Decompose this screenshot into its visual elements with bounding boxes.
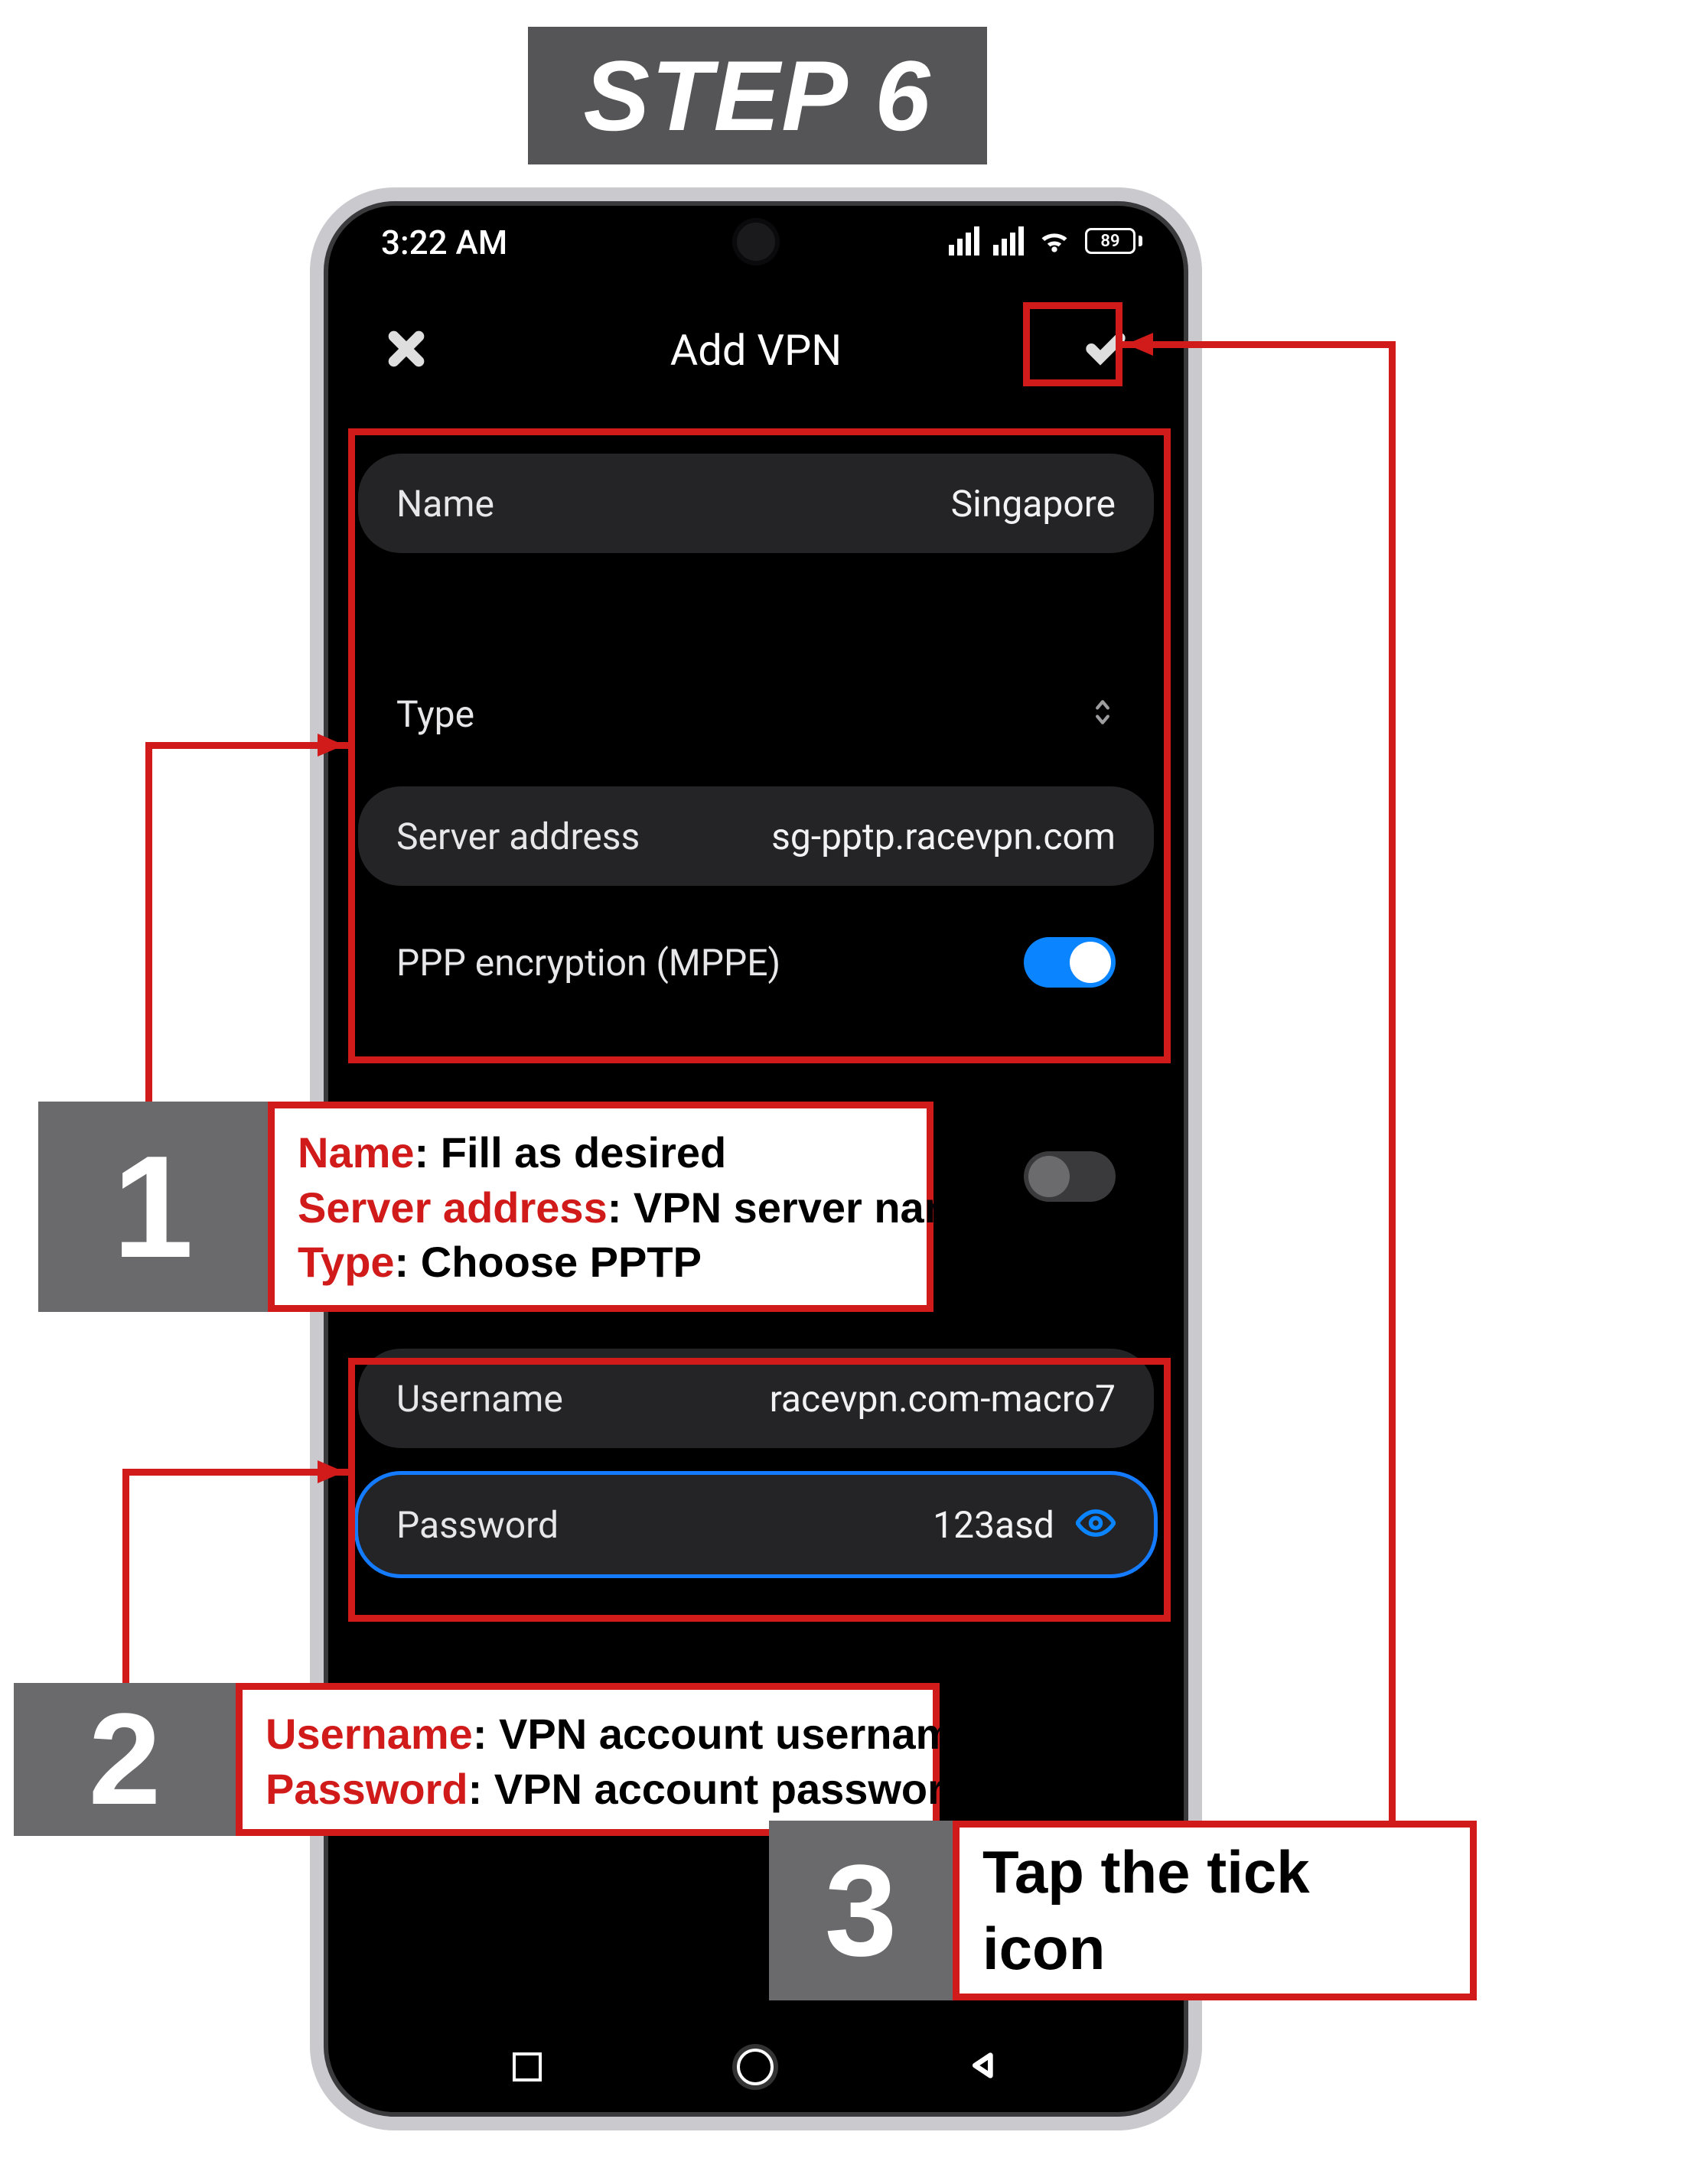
arrow-head-icon [318, 1457, 348, 1487]
ppp-encryption-row: PPP encryption (MPPE) [358, 913, 1154, 1012]
app-header: Add VPN [324, 301, 1188, 400]
server-address-field[interactable]: Server address sg-pptp.racevpn.com [358, 786, 1154, 886]
callout-3: Tap the tick icon [953, 1821, 1477, 2000]
connector-line [1389, 341, 1396, 1927]
signal-icon [993, 226, 1024, 256]
nav-home-icon[interactable] [737, 2049, 774, 2085]
unknown-toggle[interactable] [1024, 1151, 1116, 1202]
name-field[interactable]: Name Singapore [358, 454, 1154, 553]
server-value: sg-pptp.racevpn.com [771, 815, 1116, 858]
username-label: Username [396, 1377, 563, 1421]
status-bar: 3:22 AM 89 [324, 201, 1188, 285]
callout-number-3: 3 [769, 1821, 953, 2000]
status-time: 3:22 AM [381, 223, 507, 262]
wifi-icon [1038, 224, 1071, 258]
battery-icon: 89 [1085, 228, 1142, 254]
close-icon[interactable] [385, 327, 428, 373]
nav-recents-icon[interactable] [513, 2052, 542, 2081]
name-label: Name [396, 482, 494, 526]
connector-line [122, 1469, 348, 1476]
server-label: Server address [396, 815, 640, 858]
callout-number-2: 2 [14, 1683, 236, 1836]
nav-back-icon[interactable] [969, 2050, 999, 2084]
type-field[interactable]: Type PPTP [358, 664, 1154, 763]
name-value: Singapore [951, 482, 1116, 526]
callout-2: Username: VPN account username Password:… [236, 1683, 940, 1836]
arrow-head-icon [1122, 329, 1153, 360]
signal-icon [949, 226, 979, 256]
chevron-updown-icon [1090, 718, 1116, 732]
confirm-tick-icon[interactable] [1084, 327, 1127, 373]
page-title: Add VPN [670, 325, 842, 376]
username-value: racevpn.com-macro7 [770, 1377, 1116, 1421]
front-camera [732, 218, 780, 265]
connector-line [122, 1469, 129, 1691]
show-password-icon[interactable] [1076, 1503, 1116, 1546]
type-label: Type [396, 692, 474, 736]
nav-bar [324, 2017, 1188, 2117]
password-label: Password [396, 1503, 559, 1547]
callout-1: Name: Fill as desired Server address: VP… [268, 1102, 933, 1312]
ppp-label: PPP encryption (MPPE) [396, 941, 780, 985]
arrow-head-icon [318, 730, 348, 760]
ppp-toggle[interactable] [1024, 937, 1116, 988]
password-value: 123asd [933, 1503, 1054, 1547]
callout-number-1: 1 [38, 1102, 268, 1312]
connector-line [145, 742, 152, 1109]
password-field[interactable]: Password 123asd [358, 1475, 1154, 1574]
connector-line [1122, 341, 1396, 348]
step-label: STEP 6 [583, 38, 931, 153]
username-field[interactable]: Username racevpn.com-macro7 [358, 1349, 1154, 1448]
step-badge: STEP 6 [528, 27, 987, 164]
type-value: PPTP [1056, 718, 1087, 732]
battery-level: 89 [1100, 232, 1119, 251]
